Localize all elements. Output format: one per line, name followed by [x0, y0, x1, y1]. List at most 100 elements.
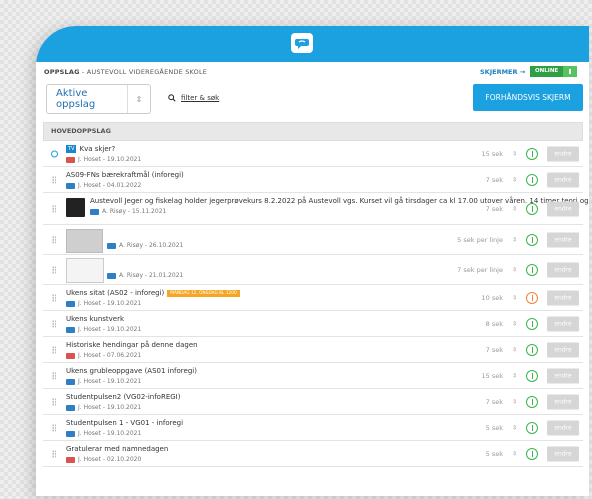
selected-indicator-icon: [51, 150, 58, 157]
duration-arrows-icon[interactable]: ⇕: [512, 450, 517, 457]
drag-handle-icon[interactable]: [52, 423, 56, 432]
status-icon[interactable]: [526, 395, 538, 408]
duration-arrows-icon[interactable]: ⇕: [512, 424, 517, 431]
breadcrumb-main[interactable]: OPPSLAG: [44, 68, 80, 76]
post-type-icon: [66, 300, 75, 307]
drag-handle-icon[interactable]: [52, 235, 56, 244]
status-icon[interactable]: [526, 343, 538, 356]
edit-button[interactable]: endre: [547, 342, 579, 357]
status-icon[interactable]: [526, 233, 538, 246]
app-logo-icon[interactable]: [291, 33, 313, 53]
select-arrows-icon: ⇕: [127, 85, 150, 113]
edit-button[interactable]: endre: [547, 394, 579, 409]
post-type-icon: [90, 208, 99, 215]
drag-handle-icon[interactable]: [52, 175, 56, 184]
table-row[interactable]: Ukens sitat (AS02 - inforegi) MANDAG 12, …: [43, 285, 583, 311]
drag-handle-icon[interactable]: [52, 319, 56, 328]
drag-handle-icon[interactable]: [52, 449, 56, 458]
drag-handle-icon[interactable]: [52, 265, 56, 274]
online-toggle[interactable]: ONLINE: [530, 66, 578, 77]
post-author: J. Hoset - 02.10.2020: [78, 456, 142, 463]
duration: 7 sek: [485, 345, 503, 354]
post-type-icon: [66, 430, 75, 437]
duration-arrows-icon[interactable]: ⇕: [512, 176, 517, 183]
edit-button[interactable]: endre: [547, 201, 579, 216]
post-thumbnail: [66, 198, 85, 217]
post-author: J. Hoset - 07.06.2021: [78, 352, 142, 359]
top-bar: [36, 26, 589, 62]
post-author: J. Hoset - 19.10.2021: [78, 326, 142, 333]
duration-arrows-icon[interactable]: ⇕: [512, 236, 517, 243]
edit-button[interactable]: endre: [547, 262, 579, 277]
post-title: Studentpulsen 1 - VG01 - inforegi: [66, 419, 184, 427]
post-type-icon: [107, 272, 116, 279]
table-row[interactable]: Gratulerar med namnedagen J. Hoset - 02.…: [43, 441, 583, 467]
filter-search-label: filter & søk: [181, 94, 220, 102]
status-icon[interactable]: [526, 447, 538, 460]
edit-button[interactable]: endre: [547, 232, 579, 247]
table-row[interactable]: Ukens kunstverk J. Hoset - 19.10.2021 8 …: [43, 311, 583, 337]
duration-arrows-icon[interactable]: ⇕: [512, 398, 517, 405]
status-warning-icon[interactable]: [526, 291, 538, 304]
status-icon[interactable]: [526, 317, 538, 330]
post-title: Gratulerar med namnedagen: [66, 445, 169, 453]
post-author: J. Hoset - 19.10.2021: [78, 430, 142, 437]
preview-screen-button[interactable]: FORHÅNDSVIS SKJERM: [473, 84, 583, 111]
post-type-icon: [107, 242, 116, 249]
post-author: A. Risøy - 26.10.2021: [119, 242, 184, 249]
edit-button[interactable]: endre: [547, 146, 579, 161]
drag-handle-icon[interactable]: [52, 204, 56, 213]
post-type-icon: [66, 156, 75, 163]
table-row[interactable]: A. Risøy - 26.10.2021 5 sek per linje ⇕ …: [43, 225, 583, 255]
duration-arrows-icon[interactable]: ⇕: [512, 150, 517, 157]
edit-button[interactable]: endre: [547, 290, 579, 305]
schedule-badge: MANDAG 12, ONSDAG KL 1200: [167, 289, 240, 297]
breadcrumb: OPPSLAG - AUSTEVOLL VIDEREGÅENDE SKOLE: [44, 68, 207, 76]
drag-handle-icon[interactable]: [52, 397, 56, 406]
post-title: Studentpulsen2 (VG02-infoREGI): [66, 393, 181, 401]
status-icon[interactable]: [526, 147, 538, 160]
duration-arrows-icon[interactable]: ⇕: [512, 266, 517, 273]
duration-arrows-icon[interactable]: ⇕: [512, 320, 517, 327]
edit-button[interactable]: endre: [547, 172, 579, 187]
edit-button[interactable]: endre: [547, 368, 579, 383]
table-row[interactable]: A. Risøy - 21.01.2021 7 sek per linje ⇕ …: [43, 255, 583, 285]
table-row[interactable]: TV Kva skjer? J. Hoset - 19.10.2021 15 se…: [43, 141, 583, 167]
duration: 5 sek: [485, 423, 503, 432]
filter-search-link[interactable]: filter & søk: [168, 94, 219, 102]
status-icon[interactable]: [526, 421, 538, 434]
breadcrumb-school: AUSTEVOLL VIDEREGÅENDE SKOLE: [86, 68, 208, 76]
post-type-icon: [66, 182, 75, 189]
table-row[interactable]: Austevoll Jeger og fiskelag holder jeger…: [43, 193, 589, 225]
drag-handle-icon[interactable]: [52, 293, 56, 302]
post-type-icon: [66, 378, 75, 385]
table-row[interactable]: AS09-FNs bærekraftmål (inforegi) J. Hose…: [43, 167, 583, 193]
table-row[interactable]: Studentpulsen 1 - VG01 - inforegi J. Hos…: [43, 415, 583, 441]
edit-button[interactable]: endre: [547, 420, 579, 435]
table-row[interactable]: Ukens grubleoppgave (AS01 inforegi) J. H…: [43, 363, 583, 389]
post-type-icon: [66, 404, 75, 411]
post-title: Historiske hendingar på denne dagen: [66, 341, 198, 349]
posts-filter-select[interactable]: Aktive oppslag ⇕: [46, 84, 151, 114]
table-row[interactable]: Historiske hendingar på denne dagen J. H…: [43, 337, 583, 363]
drag-handle-icon[interactable]: [52, 371, 56, 380]
posts-filter-value: Aktive oppslag: [56, 88, 96, 110]
screens-link[interactable]: SKJERMER →: [480, 68, 525, 76]
duration-arrows-icon[interactable]: ⇕: [512, 294, 517, 301]
post-title: AS09-FNs bærekraftmål (inforegi): [66, 171, 184, 179]
duration-arrows-icon[interactable]: ⇕: [512, 372, 517, 379]
drag-handle-icon[interactable]: [52, 345, 56, 354]
status-icon[interactable]: [526, 202, 538, 215]
app-window: OPPSLAG - AUSTEVOLL VIDEREGÅENDE SKOLE S…: [36, 26, 589, 496]
status-icon[interactable]: [526, 369, 538, 382]
status-icon[interactable]: [526, 263, 538, 276]
edit-button[interactable]: endre: [547, 446, 579, 461]
toggle-switch-icon: [563, 66, 578, 77]
duration: 15 sek: [481, 149, 504, 158]
status-icon[interactable]: [526, 173, 538, 186]
edit-button[interactable]: endre: [547, 316, 579, 331]
table-row[interactable]: Studentpulsen2 (VG02-infoREGI) J. Hoset …: [43, 389, 583, 415]
duration-arrows-icon[interactable]: ⇕: [512, 346, 517, 353]
duration-arrows-icon[interactable]: ⇕: [512, 205, 517, 212]
duration: 7 sek: [485, 204, 503, 213]
